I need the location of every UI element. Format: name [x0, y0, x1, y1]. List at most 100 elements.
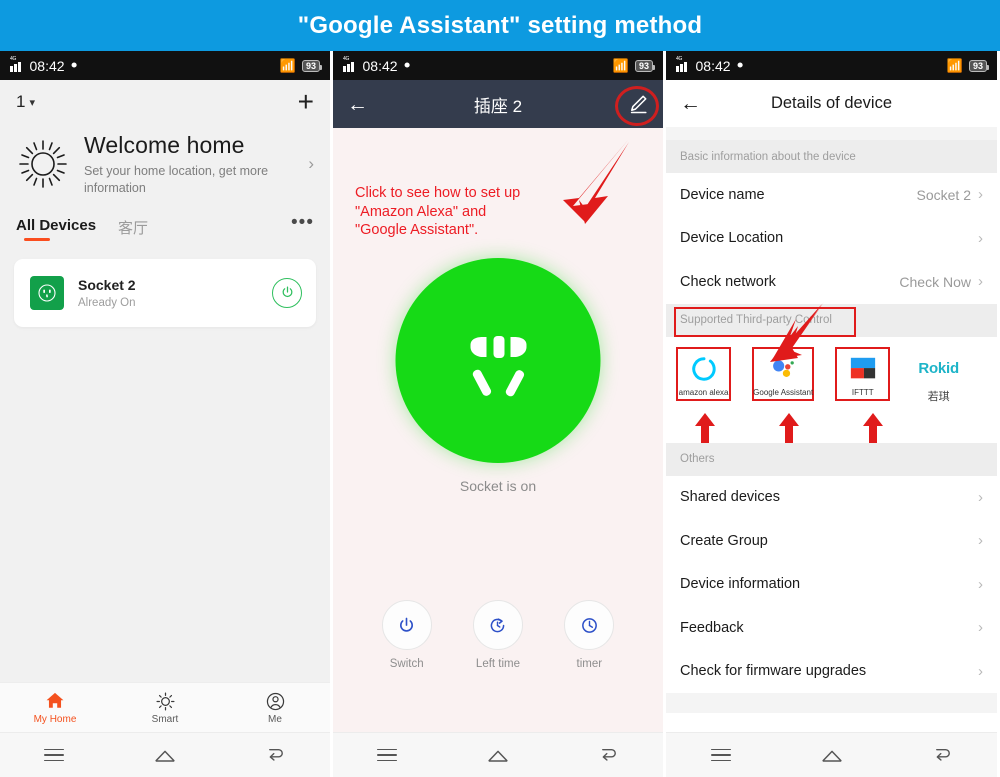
- section-gap: [666, 127, 997, 140]
- chevron-right-icon[interactable]: ›: [308, 154, 316, 174]
- section-header-basic-info: Basic information about the device: [666, 140, 997, 173]
- annotation-arrow-alexa: [695, 412, 715, 443]
- back-arrow-icon[interactable]: ←: [680, 93, 701, 114]
- section-header-others: Others: [666, 442, 997, 476]
- chevron-right-icon: ›: [978, 532, 983, 550]
- row-device-information-label: Device information: [680, 576, 801, 593]
- status-time: 08:42: [362, 57, 398, 74]
- socket-graphic[interactable]: [395, 258, 601, 463]
- action-switch[interactable]: Switch: [381, 600, 432, 670]
- page-title: "Google Assistant" setting method: [297, 11, 703, 39]
- device-appbar-title: 插座 2: [473, 96, 523, 116]
- device-appbar: ← 插座 2: [333, 80, 663, 128]
- third-party-rokid-label: 若琪: [927, 390, 950, 403]
- countdown-icon: [472, 600, 523, 650]
- chevron-down-icon: ▾: [29, 96, 35, 109]
- status-bar-3: 4G 08:42 ⚫ 📶 93: [666, 51, 997, 80]
- menu-icon[interactable]: [44, 748, 65, 762]
- welcome-card[interactable]: Welcome home Set your home location, get…: [0, 124, 330, 203]
- notification-bell-icon: ⚫: [402, 60, 412, 72]
- chevron-right-icon: ›: [978, 186, 983, 204]
- tab-me[interactable]: Me: [220, 691, 330, 725]
- tab-all-devices[interactable]: All Devices: [16, 217, 96, 241]
- row-device-name[interactable]: Device name Socket 2 ›: [666, 173, 997, 217]
- clock-icon: [564, 600, 615, 650]
- alexa-icon: [691, 353, 717, 385]
- action-switch-label: Switch: [389, 658, 424, 670]
- wifi-icon: 📶: [612, 58, 629, 73]
- chevron-right-icon: ›: [978, 229, 983, 247]
- row-check-network-label: Check network: [680, 273, 776, 290]
- edit-pencil-icon[interactable]: [627, 93, 649, 115]
- third-party-ifttt[interactable]: IFTTT: [835, 346, 891, 401]
- wifi-icon: 📶: [279, 58, 296, 73]
- chevron-right-icon: ›: [978, 575, 983, 593]
- back-icon[interactable]: [933, 747, 953, 763]
- rokid-icon: Rokid: [918, 353, 959, 385]
- status-bar-right-2: 📶 93: [612, 58, 656, 73]
- row-feedback[interactable]: Feedback ›: [666, 606, 997, 650]
- notification-bell-icon: ⚫: [735, 60, 745, 72]
- row-shared-devices[interactable]: Shared devices ›: [666, 475, 997, 519]
- action-timer-label: timer: [576, 658, 603, 670]
- device-control-body: ← 插座 2 Click to see how to set up "Amazo…: [333, 80, 663, 732]
- annotation-arrow-to-edit: [563, 140, 629, 224]
- row-check-network-value: Check Now: [899, 273, 971, 290]
- home-selector[interactable]: 1 ▾: [16, 92, 35, 112]
- annotation-text: Click to see how to set up "Amazon Alexa…: [355, 185, 521, 239]
- device-details-body: ← Details of device Basic information ab…: [666, 80, 997, 732]
- action-left-time-label: Left time: [475, 658, 521, 670]
- row-device-location[interactable]: Device Location ›: [666, 216, 997, 260]
- status-bar-2: 4G 08:42 ⚫ 📶 93: [333, 51, 663, 80]
- row-device-information[interactable]: Device information ›: [666, 562, 997, 606]
- status-bar-left-3: 4G 08:42 ⚫: [676, 56, 745, 74]
- panel-device-details: 4G 08:42 ⚫ 📶 93 ← Details of device Basi…: [666, 51, 997, 777]
- signal-icon: 4G: [676, 56, 691, 72]
- tab-smart[interactable]: Smart: [110, 691, 220, 725]
- row-shared-devices-label: Shared devices: [680, 489, 780, 506]
- row-check-network[interactable]: Check network Check Now ›: [666, 260, 997, 304]
- device-card-socket-2[interactable]: Socket 2 Already On: [14, 258, 316, 327]
- tab-living-room[interactable]: 客厅: [118, 217, 148, 245]
- home-icon[interactable]: [486, 748, 510, 763]
- back-icon[interactable]: [599, 747, 619, 763]
- android-nav-bar-2: [333, 732, 663, 777]
- third-party-rokid[interactable]: Rokid 若琪: [911, 347, 966, 406]
- page-banner: "Google Assistant" setting method: [0, 0, 1000, 51]
- row-device-name-value: Socket 2: [916, 186, 971, 203]
- home-topbar: 1 ▾ +: [0, 80, 330, 124]
- back-arrow-icon[interactable]: ←: [347, 94, 368, 115]
- third-party-amazon-alexa[interactable]: amazon alexa: [676, 346, 732, 401]
- annotation-arrow-ifttt: [863, 412, 883, 443]
- welcome-title: Welcome home: [84, 132, 245, 158]
- add-device-button[interactable]: +: [298, 88, 314, 116]
- device-icon-wrap: [28, 273, 66, 312]
- annotation-arrow-row: [666, 412, 997, 443]
- action-timer[interactable]: timer: [564, 600, 615, 670]
- action-left-time[interactable]: Left time: [472, 600, 523, 670]
- socket-icon: [30, 275, 64, 310]
- details-appbar: ← Details of device: [666, 80, 997, 127]
- device-power-toggle[interactable]: [272, 277, 302, 308]
- power-icon: [381, 600, 432, 650]
- details-title: Details of device: [770, 94, 893, 112]
- home-icon[interactable]: [820, 748, 844, 763]
- screenshot-root: "Google Assistant" setting method 4G 08:…: [0, 0, 1000, 777]
- home-icon[interactable]: [153, 748, 177, 763]
- back-icon[interactable]: [266, 747, 286, 763]
- menu-icon[interactable]: [710, 748, 731, 762]
- status-bar-right: 📶 93: [279, 58, 323, 73]
- row-create-group[interactable]: Create Group ›: [666, 519, 997, 563]
- device-meta: Socket 2 Already On: [78, 277, 272, 309]
- chevron-right-icon: ›: [978, 662, 983, 680]
- row-firmware-upgrades[interactable]: Check for firmware upgrades ›: [666, 649, 997, 693]
- signal-icon: 4G: [10, 56, 25, 72]
- annotation-arrow-to-third-party: [770, 302, 824, 362]
- more-options-icon[interactable]: •••: [291, 213, 314, 232]
- home-filled-icon: [44, 690, 66, 712]
- network-type-label: 4G: [10, 55, 17, 62]
- welcome-text: Welcome home Set your home location, get…: [84, 132, 308, 197]
- tab-my-home[interactable]: My Home: [0, 690, 110, 725]
- panel-home-screen: 4G 08:42 ⚫ 📶 93 1 ▾ + Welcome home Set y…: [0, 51, 333, 777]
- menu-icon[interactable]: [377, 748, 398, 762]
